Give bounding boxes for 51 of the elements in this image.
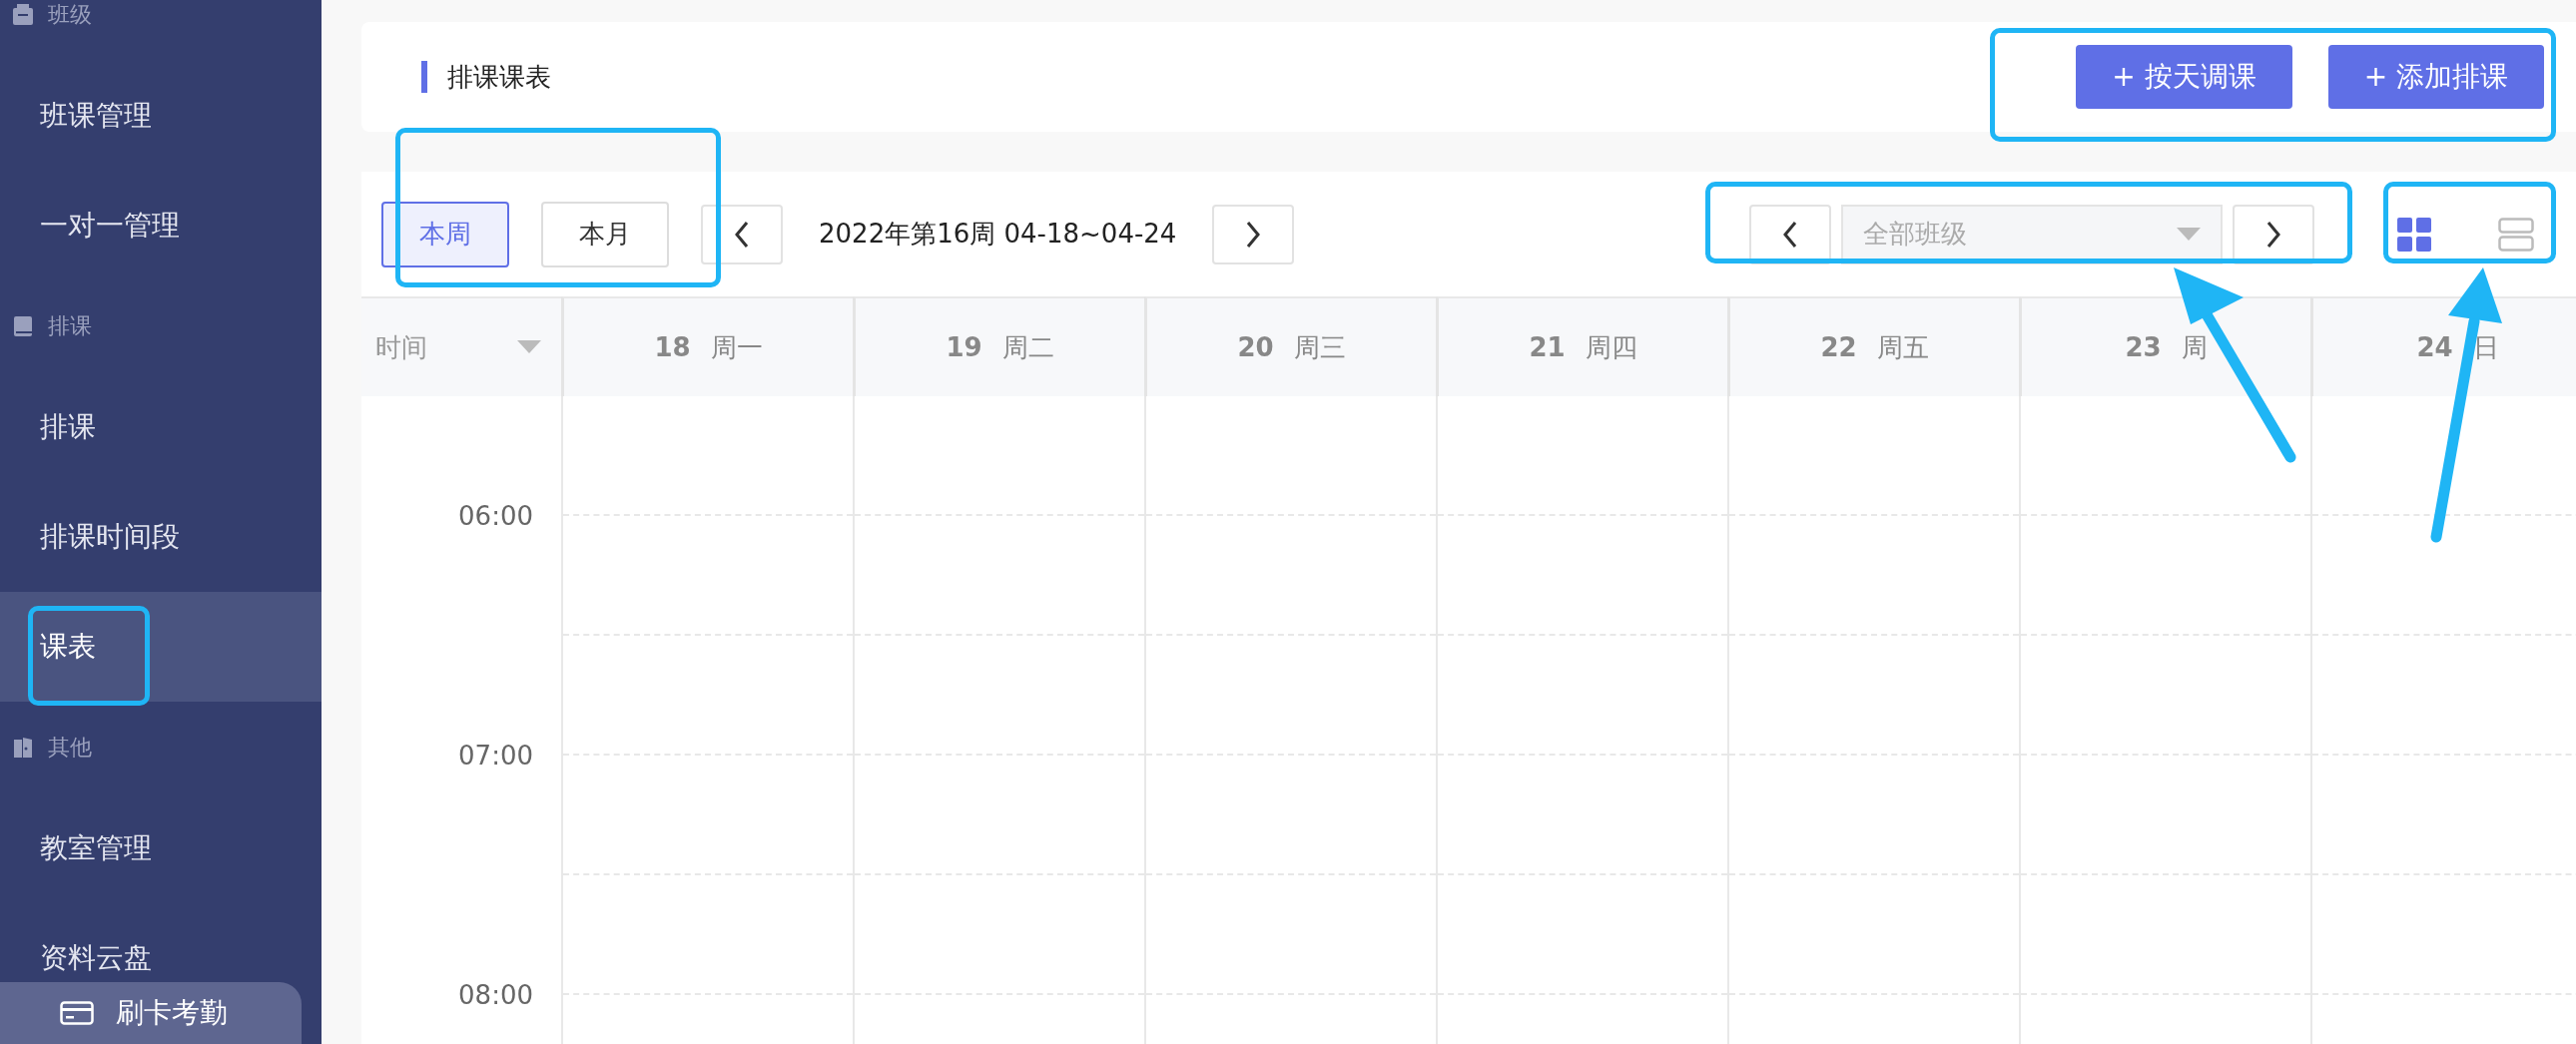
day-date: 21 [1529, 332, 1566, 362]
day-date: 22 [1820, 332, 1857, 362]
range-tab[interactable]: 本月 [541, 201, 669, 267]
day-date: 23 [2125, 332, 2162, 362]
sidebar-item[interactable]: 排课时间段 [40, 518, 180, 556]
add-button[interactable]: + 按天调课 [2076, 45, 2292, 109]
chevron-left-icon [1782, 220, 1798, 249]
sidebar-section-title: 排课 [48, 312, 92, 340]
sidebar-item[interactable]: 班课管理 [40, 97, 152, 135]
weekday: 周 [2181, 330, 2208, 364]
day-date: 20 [1237, 332, 1274, 362]
card-attendance-button[interactable]: 刷卡考勤 [0, 982, 302, 1044]
sidebar-item[interactable]: 一对一管理 [40, 207, 180, 245]
chevron-right-icon [2265, 220, 2281, 249]
weekday: 周三 [1293, 330, 1346, 364]
day-date: 18 [654, 332, 691, 362]
sidebar-section-title: 其他 [48, 734, 92, 762]
button-label: 刷卡考勤 [116, 995, 228, 1031]
weekday: 周一 [710, 330, 763, 364]
grid-view-icon [2397, 217, 2431, 252]
list-view-icon [2498, 217, 2534, 252]
sidebar-section-title: 班级 [48, 1, 92, 29]
previous-class-button[interactable] [1749, 204, 1831, 264]
sidebar-item[interactable]: 资料云盘 [40, 939, 152, 977]
weekday: 周四 [1585, 330, 1637, 364]
next-class-button[interactable] [2233, 204, 2314, 264]
book-icon [12, 315, 34, 337]
caret-icon [2177, 227, 2201, 242]
sidebar-item[interactable]: 课表 [40, 628, 96, 666]
chevron-right-icon [1245, 220, 1262, 249]
chevron-left-icon [734, 220, 750, 249]
caret-icon [517, 340, 541, 354]
add-button[interactable]: + 添加排课 [2327, 45, 2544, 109]
time-label: 06:00 [458, 501, 533, 531]
previous-week-button[interactable] [701, 204, 783, 264]
weekday: 周二 [1001, 330, 1054, 364]
weekday: 日 [2472, 330, 2499, 364]
range-tab[interactable]: 本周 [381, 201, 509, 267]
sidebar-item[interactable]: 教室管理 [40, 829, 152, 867]
day-date: 19 [946, 332, 982, 362]
sidebar-item[interactable]: 排课 [40, 408, 96, 446]
page-title: 排课课表 [421, 61, 551, 93]
time-label: 07:00 [458, 741, 533, 771]
week-period: 2022年第16周 04-18~04-24 [819, 218, 1177, 251]
door-icon [12, 737, 34, 759]
folder-icon [12, 4, 34, 26]
card-icon [60, 1001, 94, 1025]
next-week-button[interactable] [1212, 204, 1295, 264]
time-label: 08:00 [458, 980, 533, 1010]
weekday: 周五 [1876, 330, 1929, 364]
day-date: 24 [2416, 332, 2453, 362]
